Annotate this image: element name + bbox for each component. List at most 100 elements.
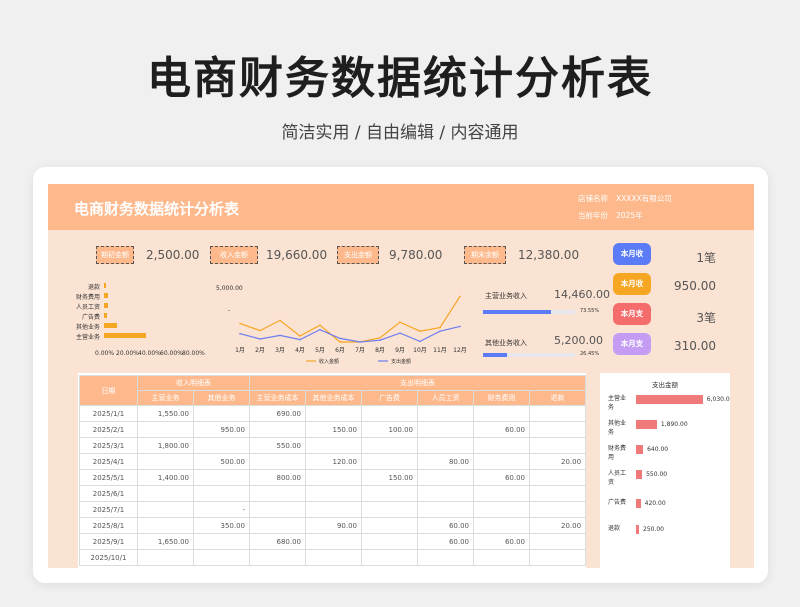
table-cell[interactable] (417, 437, 474, 454)
table-cell[interactable] (137, 453, 194, 470)
table-cell[interactable] (305, 469, 362, 486)
table-cell[interactable] (305, 405, 362, 422)
table-cell[interactable] (473, 453, 530, 470)
table-cell[interactable] (249, 517, 306, 534)
table-cell[interactable] (528, 437, 586, 454)
table-cell[interactable] (305, 437, 362, 454)
table-cell[interactable]: 500.00 (193, 453, 250, 470)
series-point (359, 341, 361, 343)
table-cell[interactable]: 550.00 (249, 437, 306, 454)
date-cell[interactable]: 2025/10/1 (79, 549, 138, 566)
table-cell[interactable] (361, 453, 418, 470)
column-header: 退款 (528, 390, 586, 406)
table-cell[interactable] (249, 549, 306, 566)
table-cell[interactable] (193, 533, 250, 550)
table-cell[interactable]: 20.00 (528, 453, 586, 470)
table-cell[interactable] (137, 517, 194, 534)
table-cell[interactable]: 60.00 (417, 517, 474, 534)
table-cell[interactable] (473, 485, 530, 502)
date-cell[interactable]: 2025/3/1 (79, 437, 138, 454)
table-cell[interactable] (249, 453, 306, 470)
date-cell[interactable]: 2025/4/1 (79, 453, 138, 470)
table-cell[interactable]: 90.00 (305, 517, 362, 534)
table-cell[interactable] (137, 549, 194, 566)
table-cell[interactable]: 100.00 (361, 421, 418, 438)
table-cell[interactable] (361, 485, 418, 502)
table-cell[interactable] (305, 549, 362, 566)
table-cell[interactable] (361, 517, 418, 534)
table-cell[interactable]: 1,650.00 (137, 533, 194, 550)
date-cell[interactable]: 2025/8/1 (79, 517, 138, 534)
table-cell[interactable]: 1,550.00 (137, 405, 194, 422)
table-cell[interactable] (361, 533, 418, 550)
table-cell[interactable] (417, 469, 474, 486)
table-cell[interactable] (528, 469, 586, 486)
table-cell[interactable]: 20.00 (528, 517, 586, 534)
table-cell[interactable]: 950.00 (193, 421, 250, 438)
x-tick-label: 4月 (295, 347, 305, 354)
table-cell[interactable] (473, 501, 530, 518)
table-cell[interactable]: 150.00 (361, 469, 418, 486)
table-cell[interactable] (193, 549, 250, 566)
table-cell[interactable]: - (193, 501, 250, 518)
table-cell[interactable] (249, 485, 306, 502)
table-cell[interactable] (193, 405, 250, 422)
table-cell[interactable] (528, 405, 586, 422)
table-cell[interactable] (249, 421, 306, 438)
table-cell[interactable] (361, 405, 418, 422)
table-cell[interactable]: 60.00 (473, 421, 530, 438)
table-row: 2025/7/1 - (79, 501, 586, 518)
date-cell[interactable]: 2025/6/1 (79, 485, 138, 502)
date-cell[interactable]: 2025/2/1 (79, 421, 138, 438)
table-cell[interactable]: 690.00 (249, 405, 306, 422)
table-cell[interactable] (305, 485, 362, 502)
table-cell[interactable] (137, 485, 194, 502)
table-cell[interactable] (305, 533, 362, 550)
table-cell[interactable] (361, 549, 418, 566)
table-cell[interactable] (473, 549, 530, 566)
table-cell[interactable] (417, 485, 474, 502)
expense-amount-chart: 支出金额 主营业务 其他业务 财务费用 人员工资 广告费 退款 6,030.00… (600, 373, 730, 568)
table-cell[interactable] (305, 501, 362, 518)
table-cell[interactable] (473, 405, 530, 422)
table-cell[interactable] (528, 533, 586, 550)
table-cell[interactable] (528, 501, 586, 518)
table-cell[interactable] (249, 501, 306, 518)
table-cell[interactable] (361, 501, 418, 518)
date-cell[interactable]: 2025/1/1 (79, 405, 138, 422)
table-cell[interactable]: 80.00 (417, 453, 474, 470)
table-cell[interactable] (137, 501, 194, 518)
table-cell[interactable]: 1,400.00 (137, 469, 194, 486)
table-cell[interactable] (473, 517, 530, 534)
table-cell[interactable] (473, 437, 530, 454)
table-cell[interactable] (417, 501, 474, 518)
table-cell[interactable] (193, 485, 250, 502)
table-cell[interactable] (528, 549, 586, 566)
table-cell[interactable] (528, 485, 586, 502)
tick-label: 60.00% (160, 350, 183, 357)
table-cell[interactable]: 60.00 (417, 533, 474, 550)
table-cell[interactable]: 350.00 (193, 517, 250, 534)
table-cell[interactable] (417, 405, 474, 422)
date-cell[interactable]: 2025/5/1 (79, 469, 138, 486)
table-cell[interactable]: 60.00 (473, 533, 530, 550)
series-point (339, 337, 341, 340)
table-cell[interactable]: 800.00 (249, 469, 306, 486)
date-cell[interactable]: 2025/9/1 (79, 533, 138, 550)
meta-value[interactable]: XXXXX有限公司 (616, 193, 672, 204)
table-cell[interactable] (417, 421, 474, 438)
table-cell[interactable] (528, 421, 586, 438)
table-cell[interactable]: 150.00 (305, 421, 362, 438)
table-cell[interactable]: 680.00 (249, 533, 306, 550)
table-cell[interactable]: 120.00 (305, 453, 362, 470)
table-cell[interactable]: 60.00 (473, 469, 530, 486)
table-cell[interactable]: 1,800.00 (137, 437, 194, 454)
table-cell[interactable] (137, 421, 194, 438)
table-cell[interactable] (417, 549, 474, 566)
date-cell[interactable]: 2025/7/1 (79, 501, 138, 518)
table-cell[interactable] (193, 469, 250, 486)
table-row: 2025/6/1 (79, 485, 586, 502)
meta-value[interactable]: 2025年 (616, 210, 643, 221)
table-cell[interactable] (361, 437, 418, 454)
table-cell[interactable] (193, 437, 250, 454)
